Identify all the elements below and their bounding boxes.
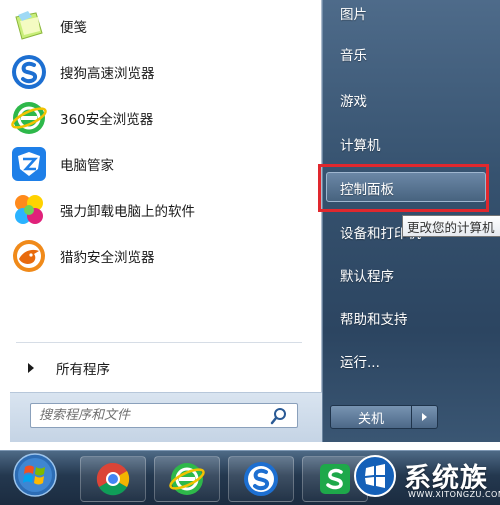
right-item-run[interactable]: 运行...: [340, 348, 380, 374]
all-programs-label: 所有程序: [56, 362, 110, 378]
program-sticky-notes[interactable]: 便笺: [6, 4, 302, 48]
annotation-red-box: [318, 164, 489, 212]
right-item-music[interactable]: 音乐: [340, 41, 367, 67]
pc-manager-shield-icon: [12, 147, 46, 181]
program-360-browser[interactable]: 360安全浏览器: [6, 96, 302, 140]
search-input[interactable]: [31, 408, 267, 423]
search-icon[interactable]: [269, 406, 289, 426]
windows-start-orb-icon[interactable]: [12, 452, 58, 498]
program-label: 强力卸载电脑上的软件: [60, 204, 195, 220]
right-item-computer[interactable]: 计算机: [340, 131, 381, 157]
program-pc-manager[interactable]: 电脑管家: [6, 142, 302, 186]
triangle-right-icon: [28, 363, 34, 373]
right-item-help-support[interactable]: 帮助和支持: [340, 305, 408, 331]
program-label: 360安全浏览器: [60, 112, 154, 128]
watermark-url: WWW.XITONGZU.COM: [408, 490, 500, 499]
taskbar-chrome[interactable]: [80, 456, 146, 502]
sogou-browser-icon: [244, 462, 278, 496]
screen: 便笺 搜狗高速浏览器 360安全浏览器 电脑管家 强力卸载电脑上的软件 猎豹安全…: [0, 0, 500, 505]
program-cheetah-browser[interactable]: 猎豹安全浏览器: [6, 234, 302, 278]
green-s-app-icon: [320, 464, 350, 494]
chrome-icon: [96, 462, 130, 496]
right-item-games[interactable]: 游戏: [340, 87, 367, 113]
shutdown-options-button[interactable]: [412, 405, 438, 429]
program-label: 搜狗高速浏览器: [60, 66, 155, 82]
cheetah-browser-icon: [13, 240, 45, 272]
control-panel-tooltip: 更改您的计算机: [402, 215, 500, 237]
uninstaller-clover-icon: [15, 195, 43, 224]
360-browser-icon: [11, 102, 47, 134]
watermark-logo: [354, 455, 396, 497]
program-label: 电脑管家: [60, 158, 114, 174]
right-item-default-programs[interactable]: 默认程序: [340, 262, 394, 288]
search-box[interactable]: [30, 403, 298, 428]
taskbar-sogou-browser[interactable]: [228, 456, 294, 502]
triangle-right-icon: [422, 413, 427, 421]
program-label: 便笺: [60, 20, 87, 36]
taskbar-360-browser[interactable]: [154, 456, 220, 502]
shutdown-button[interactable]: 关机: [330, 405, 412, 429]
program-uninstaller[interactable]: 强力卸载电脑上的软件: [6, 188, 302, 232]
right-item-pictures[interactable]: 图片: [340, 0, 367, 26]
sticky-notes-icon: [15, 11, 43, 40]
program-sogou-browser[interactable]: 搜狗高速浏览器: [6, 50, 302, 94]
360-browser-icon: [169, 463, 205, 495]
all-programs-button[interactable]: 所有程序: [18, 356, 218, 380]
program-label: 猎豹安全浏览器: [60, 250, 155, 266]
sogou-browser-icon: [12, 55, 46, 89]
divider: [16, 342, 302, 343]
